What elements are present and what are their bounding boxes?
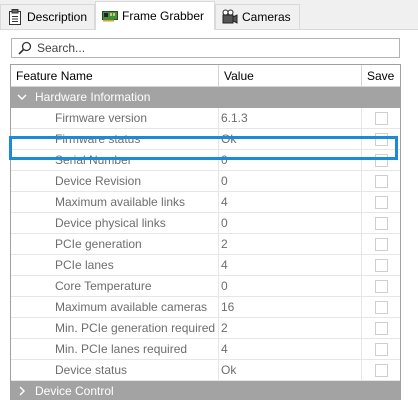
search-box[interactable] — [11, 38, 400, 58]
save-checkbox[interactable] — [374, 111, 388, 125]
feature-name: Firmware version — [11, 108, 219, 128]
feature-name: Maximum available cameras — [11, 297, 219, 317]
table-row[interactable]: Device physical links 0 — [11, 213, 400, 234]
save-checkbox[interactable] — [374, 237, 388, 251]
save-cell — [362, 192, 400, 212]
feature-value[interactable]: Ok — [219, 360, 362, 380]
group-label: Hardware Information — [35, 90, 151, 104]
table-row[interactable]: Min. PCIe lanes required 4 — [11, 339, 400, 360]
table-row[interactable]: Device status Ok — [11, 360, 400, 381]
column-header-value[interactable]: Value — [219, 65, 362, 87]
save-checkbox[interactable] — [374, 321, 388, 335]
tab-description[interactable]: Description — [0, 4, 95, 29]
chevron-down-icon[interactable] — [17, 87, 27, 107]
save-checkbox[interactable] — [374, 195, 388, 209]
table-row[interactable]: Firmware version 6.1.3 — [11, 108, 400, 129]
column-header-save[interactable]: Save — [362, 65, 400, 87]
feature-value[interactable]: 0 — [219, 150, 362, 170]
table-row[interactable]: Firmware status Ok — [11, 129, 400, 150]
save-checkbox[interactable] — [374, 279, 388, 293]
feature-name: PCIe generation — [11, 234, 219, 254]
frame-grabber-card-icon — [102, 8, 118, 24]
feature-name: Maximum available links — [11, 192, 219, 212]
save-cell — [362, 150, 400, 170]
group-label: Device Control — [35, 384, 114, 398]
feature-grid: Feature Name Value Save Hardware Informa… — [10, 64, 401, 400]
feature-value[interactable]: 0 — [219, 171, 362, 191]
feature-name: Min. PCIe lanes required — [11, 339, 219, 359]
save-cell — [362, 318, 400, 338]
feature-name: Firmware status — [11, 129, 219, 149]
save-cell — [362, 171, 400, 191]
feature-name: Device Revision — [11, 171, 219, 191]
table-row[interactable]: Core Temperature 0 — [11, 276, 400, 297]
save-cell — [362, 129, 400, 149]
tab-cameras[interactable]: Cameras — [215, 4, 300, 29]
column-header-feature-name[interactable]: Feature Name — [11, 65, 219, 87]
save-cell — [362, 213, 400, 233]
feature-value[interactable]: 6.1.3 — [219, 108, 362, 128]
tab-cameras-label: Cameras — [242, 10, 291, 24]
chevron-right-icon[interactable] — [17, 381, 27, 400]
feature-value[interactable]: 4 — [219, 192, 362, 212]
group-device-control[interactable]: Device Control — [11, 381, 400, 400]
save-cell — [362, 108, 400, 128]
save-cell — [362, 234, 400, 254]
tab-strip: Description Frame Grabber Cameras — [0, 0, 418, 30]
clipboard-icon — [7, 9, 23, 25]
table-row[interactable]: PCIe lanes 4 — [11, 255, 400, 276]
table-row[interactable]: Maximum available links 4 — [11, 192, 400, 213]
search-icon — [18, 40, 34, 56]
tab-description-label: Description — [27, 10, 88, 24]
tab-frame-grabber-label: Frame Grabber — [122, 9, 205, 23]
feature-value[interactable]: 0 — [219, 213, 362, 233]
table-row[interactable]: Maximum available cameras 16 — [11, 297, 400, 318]
save-checkbox[interactable] — [374, 132, 388, 146]
feature-value[interactable]: Ok — [219, 129, 362, 149]
feature-name: Device physical links — [11, 213, 219, 233]
search-input[interactable] — [37, 41, 377, 55]
save-cell — [362, 297, 400, 317]
feature-value[interactable]: 4 — [219, 339, 362, 359]
feature-rows: Firmware version 6.1.3 Firmware status O… — [11, 108, 400, 381]
save-checkbox[interactable] — [374, 153, 388, 167]
feature-name: Serial Number — [11, 150, 219, 170]
grid-header: Feature Name Value Save — [11, 65, 400, 87]
save-checkbox[interactable] — [374, 363, 388, 377]
save-checkbox[interactable] — [374, 174, 388, 188]
table-row[interactable]: Device Revision 0 — [11, 171, 400, 192]
table-row[interactable]: Min. PCIe generation required 2 — [11, 318, 400, 339]
table-row[interactable]: Serial Number 0 — [11, 150, 400, 171]
feature-value[interactable]: 4 — [219, 255, 362, 275]
save-cell — [362, 360, 400, 380]
feature-value[interactable]: 2 — [219, 318, 362, 338]
save-cell — [362, 255, 400, 275]
feature-value[interactable]: 0 — [219, 276, 362, 296]
feature-name: Device status — [11, 360, 219, 380]
feature-name: Core Temperature — [11, 276, 219, 296]
group-hardware-information[interactable]: Hardware Information — [11, 87, 400, 108]
save-cell — [362, 339, 400, 359]
cameras-icon — [222, 9, 238, 25]
feature-value[interactable]: 16 — [219, 297, 362, 317]
tab-frame-grabber[interactable]: Frame Grabber — [95, 1, 215, 30]
save-checkbox[interactable] — [374, 300, 388, 314]
table-row[interactable]: PCIe generation 2 — [11, 234, 400, 255]
save-checkbox[interactable] — [374, 258, 388, 272]
feature-name: Min. PCIe generation required — [11, 318, 219, 338]
save-checkbox[interactable] — [374, 342, 388, 356]
feature-value[interactable]: 2 — [219, 234, 362, 254]
save-cell — [362, 276, 400, 296]
frame-grabber-panel: Feature Name Value Save Hardware Informa… — [0, 30, 418, 400]
save-checkbox[interactable] — [374, 216, 388, 230]
feature-name: PCIe lanes — [11, 255, 219, 275]
